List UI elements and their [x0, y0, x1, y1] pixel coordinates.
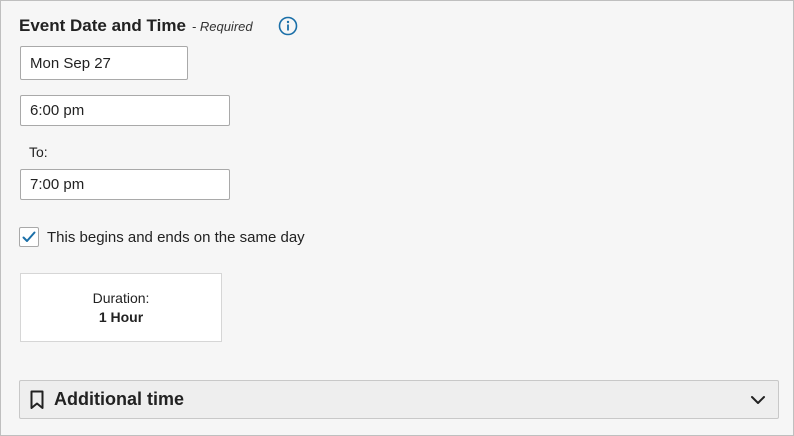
end-time-value: 7:00 pm [30, 176, 85, 193]
duration-value: 1 Hour [98, 309, 144, 325]
additional-time-accordion[interactable]: Additional time [19, 380, 779, 419]
start-time-value: 6:00 pm [30, 102, 85, 119]
additional-time-label: Additional time [54, 389, 184, 409]
duration-label: Duration: [92, 290, 150, 306]
end-time-label: To: [29, 144, 48, 160]
event-date-value: Mon Sep 27 [30, 54, 111, 72]
end-time-field[interactable]: 7:00 pm [20, 169, 230, 200]
required-note: - Required [191, 18, 253, 34]
bookmark-icon [30, 390, 44, 409]
same-day-label: This begins and ends on the same day [47, 228, 305, 246]
duration-box: Duration: 1 Hour [20, 273, 222, 342]
same-day-row[interactable]: This begins and ends on the same day [19, 226, 305, 248]
section-title: Event Date and Time [19, 16, 186, 35]
check-icon [22, 231, 36, 242]
event-date-field[interactable]: Mon Sep 27 [20, 46, 188, 80]
chevron-down-icon[interactable] [750, 393, 766, 407]
event-date-time-panel: Event Date and Time - Required Mon Sep 2… [0, 0, 794, 436]
same-day-checkbox[interactable] [19, 227, 39, 247]
start-time-field[interactable]: 6:00 pm [20, 95, 230, 126]
section-header: Event Date and Time - Required [19, 14, 253, 38]
info-icon[interactable] [278, 16, 298, 36]
